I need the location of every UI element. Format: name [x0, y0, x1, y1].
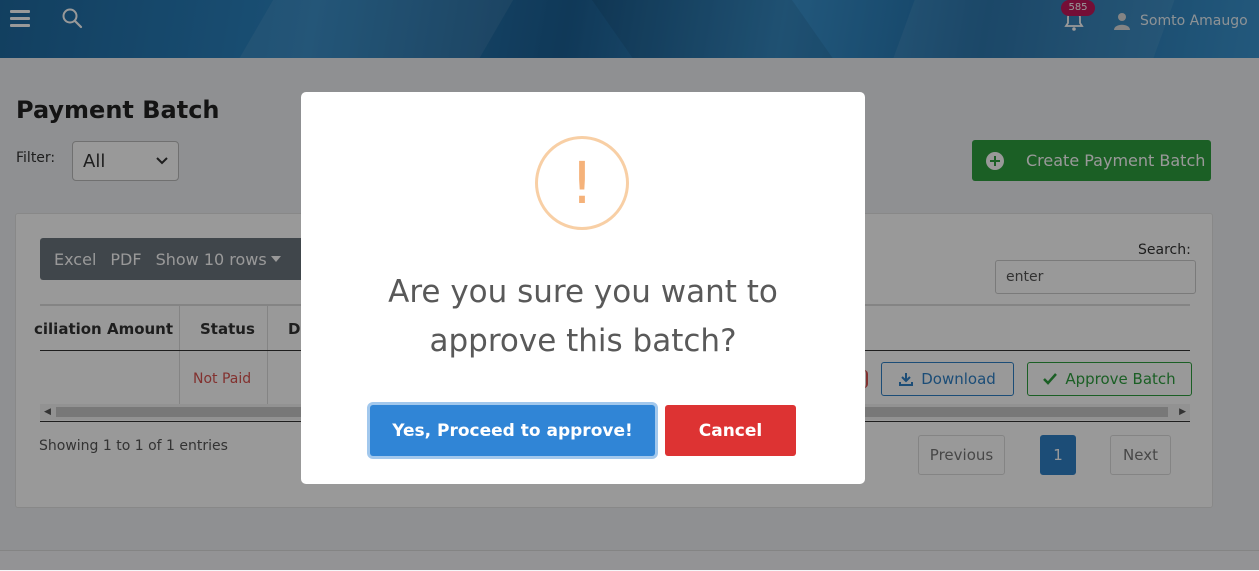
cancel-button[interactable]: Cancel	[665, 405, 796, 456]
confirm-dialog: ! Are you sure you want to approve this …	[301, 92, 865, 484]
confirm-approve-button[interactable]: Yes, Proceed to approve!	[370, 405, 655, 456]
dialog-title: Are you sure you want to approve this ba…	[388, 274, 778, 359]
warning-icon: !	[535, 136, 629, 230]
